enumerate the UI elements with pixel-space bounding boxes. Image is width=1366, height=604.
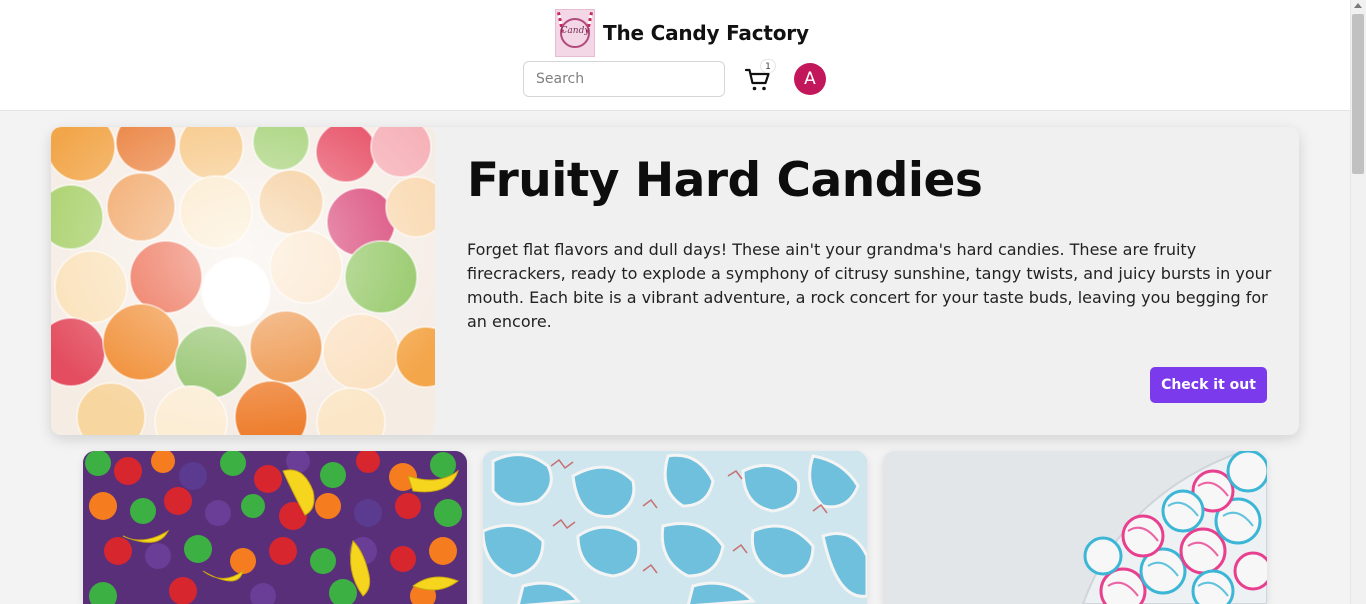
logo-text: Candy <box>560 26 590 36</box>
brand-logo: Candy <box>555 9 595 57</box>
brand-name: The Candy Factory <box>603 21 809 45</box>
scrollbar-thumb[interactable] <box>1352 14 1364 174</box>
featured-product-card: Fruity Hard Candies Forget flat flavors … <box>51 127 1299 435</box>
scroll-up-arrow-icon[interactable] <box>1354 3 1362 8</box>
brand[interactable]: Candy The Candy Factory <box>555 9 809 57</box>
salt-water-taffy-image <box>483 451 867 604</box>
avatar[interactable]: A <box>794 63 826 95</box>
product-title: Fruity Hard Candies <box>467 153 983 208</box>
hard-candies-illustration <box>51 127 435 435</box>
site-header: Candy The Candy Factory 1 A <box>0 0 1350 111</box>
product-card-striped-candy-balls[interactable] <box>883 451 1267 604</box>
check-it-out-button[interactable]: Check it out <box>1150 367 1267 403</box>
search-input[interactable] <box>523 61 725 97</box>
fruit-candies-image <box>83 451 467 604</box>
striped-candy-balls-image <box>883 451 1267 604</box>
fruity-hard-candies-image <box>51 127 435 435</box>
cart-count-badge: 1 <box>760 59 776 73</box>
product-card-salt-water-taffy[interactable] <box>483 451 867 604</box>
product-card-fruit-candies[interactable] <box>83 451 467 604</box>
product-description: Forget flat flavors and dull days! These… <box>467 240 1272 331</box>
